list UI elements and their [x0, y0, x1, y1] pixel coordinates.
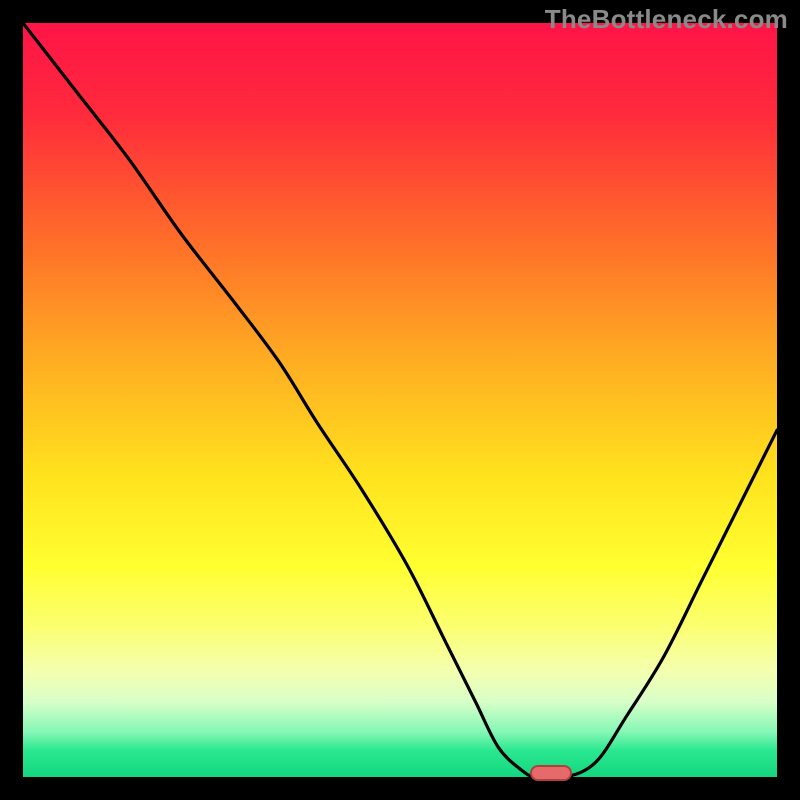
watermark-label: TheBottleneck.com	[545, 4, 788, 35]
gradient-background	[23, 23, 777, 777]
chart-frame: TheBottleneck.com	[0, 0, 800, 800]
optimal-marker	[530, 765, 572, 781]
bottleneck-chart	[23, 23, 777, 777]
